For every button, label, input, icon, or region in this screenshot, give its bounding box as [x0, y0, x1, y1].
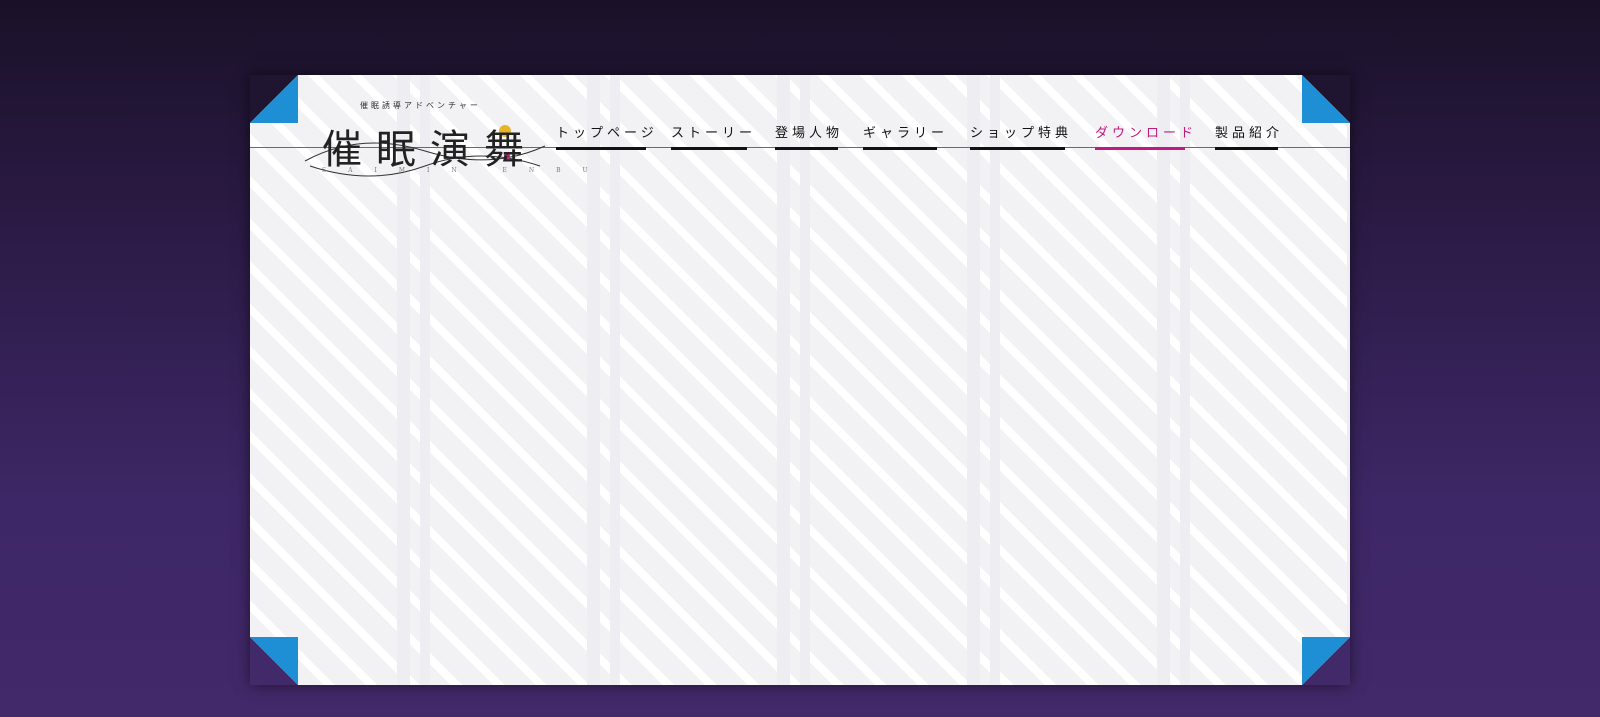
nav-label: ショップ特典 [970, 126, 1073, 141]
nav-label: 登場人物 [775, 126, 844, 141]
nav-shop-bonus[interactable]: ショップ特典 [970, 120, 1068, 150]
nav-label: ギャラリー [863, 126, 949, 141]
nav-characters[interactable]: 登場人物 [775, 120, 839, 150]
nav-underline [1215, 147, 1278, 150]
nav-download[interactable]: ダウンロード [1095, 120, 1193, 150]
nav-label: ダウンロード [1095, 126, 1198, 141]
nav-underline [863, 147, 937, 150]
nav-underline [970, 147, 1065, 150]
site-logo[interactable]: 催眠誘導アドベンチャー 催眠演舞 SAIMIN ENBU [300, 97, 588, 183]
nav-gallery[interactable]: ギャラリー [863, 120, 944, 150]
logo-subtitle: 催眠誘導アドベンチャー [360, 101, 481, 110]
nav-product-info[interactable]: 製品紹介 [1215, 120, 1279, 150]
nav-label: ストーリー [671, 126, 757, 141]
nav-label: 製品紹介 [1215, 126, 1284, 141]
main-panel: 催眠誘導アドベンチャー 催眠演舞 SAIMIN ENBU トップページ ストーリ… [250, 75, 1350, 685]
nav-story[interactable]: ストーリー [671, 120, 752, 150]
nav-top-page[interactable]: トップページ [556, 120, 654, 150]
nav-label: トップページ [556, 126, 658, 141]
nav-underline [671, 147, 747, 150]
logo-romaji: SAIMIN ENBU [322, 167, 610, 174]
nav-underline [1095, 147, 1185, 150]
nav-underline [775, 147, 838, 150]
nav-underline [556, 147, 646, 150]
